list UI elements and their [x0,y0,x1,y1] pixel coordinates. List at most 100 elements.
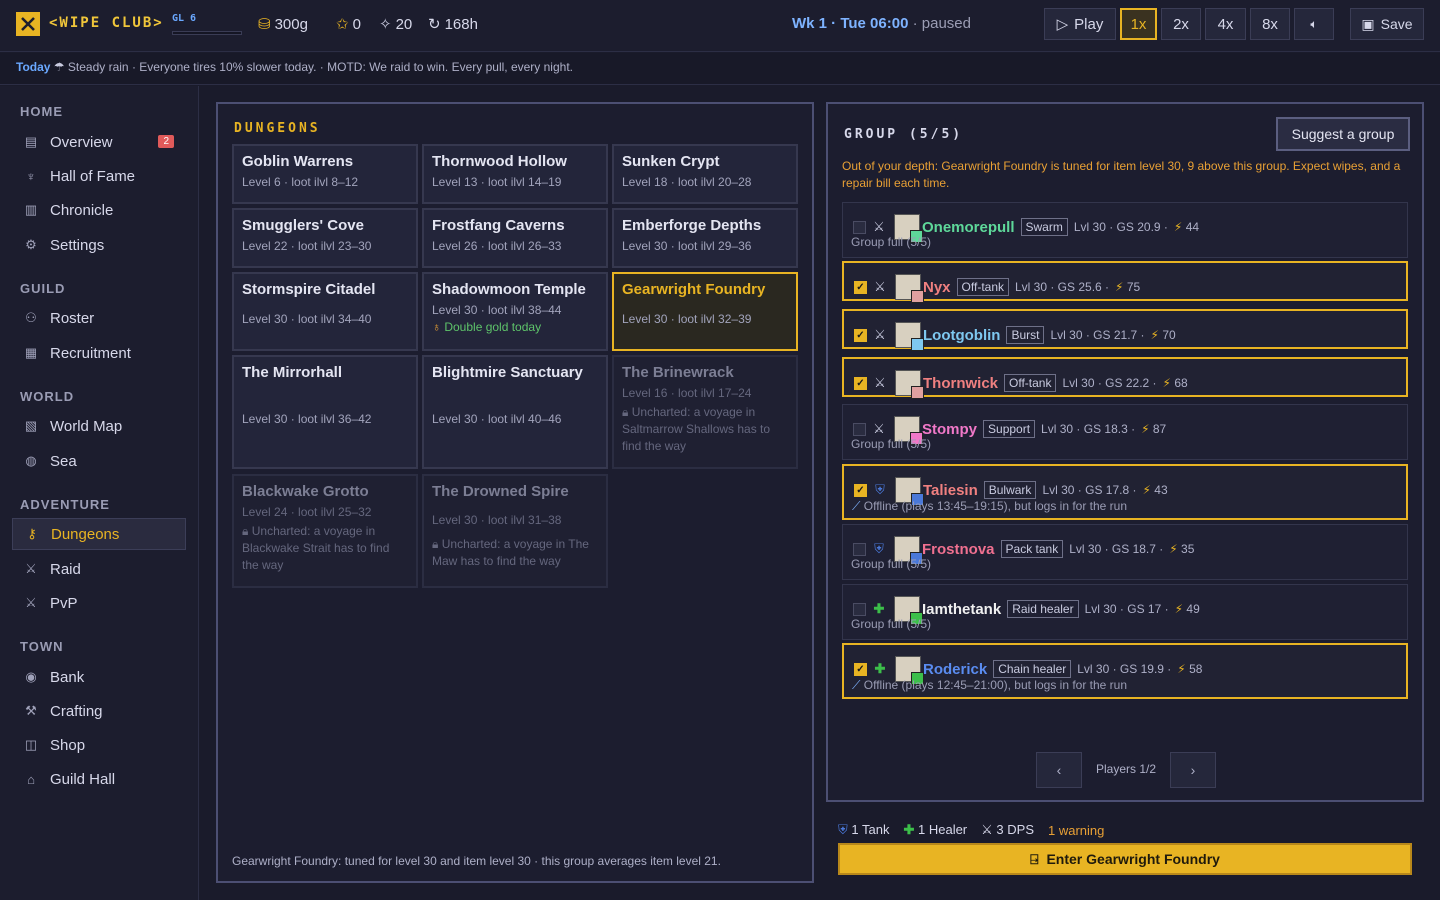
lightning-icon: ⚡︎ [1169,542,1178,556]
player-name[interactable]: Thornwick [923,375,998,392]
double-gold-label: Double gold today [444,320,542,334]
wand-icon: ⟋ [852,499,861,513]
dungeon-card[interactable]: Goblin Warrens Level 6 · loot ilvl 8–12 [232,144,418,204]
coin-icon: ⛁ [258,16,271,33]
player-name[interactable]: Nyx [923,279,951,296]
sound-button[interactable]: 🔈︎ [1294,8,1334,40]
speed-8x-button[interactable]: 8x [1250,8,1290,40]
player-name[interactable]: Roderick [923,661,987,678]
dungeon-summary: Gearwright Foundry: tuned for level 30 a… [232,854,721,868]
page-indicator: Players 1/2 [1096,762,1157,776]
class-badge-icon [911,290,924,303]
dungeon-meta: Level 30 · loot ilvl 36–42 [242,412,372,426]
player-row[interactable]: ✚ Iamthetank Raid healer Lvl 30 · GS 17 … [842,584,1408,640]
sidebar-item-raid[interactable]: ⚔ Raid [12,553,186,585]
sidebar-item-chronicle[interactable]: ▥ Chronicle [12,194,186,226]
dungeon-meta: Level 18 · loot ilvl 20–28 [622,175,752,189]
save-button[interactable]: ▣ Save [1350,8,1424,40]
player-row[interactable]: ✓ ⚔ Nyx Off-tank Lvl 30 · GS 25.6 · ⚡︎ 7… [842,261,1408,303]
player-row[interactable]: ✓ ⛨ Taliesin Bulwark Lvl 30 · GS 17.8 · … [842,464,1408,520]
dungeon-meta: Level 30 · loot ilvl 32–39 [622,312,752,326]
player-name[interactable]: Iamthetank [922,601,1001,618]
dungeon-card[interactable]: Frostfang Caverns Level 26 · loot ilvl 26… [422,208,608,268]
sidebar-item-shop[interactable]: ◫ Shop [12,729,186,761]
select-checkbox[interactable]: ✓ [854,662,867,676]
player-row[interactable]: ⛨ Frostnova Pack tank Lvl 30 · GS 18.7 ·… [842,524,1408,580]
sidebar-item-world-map[interactable]: ▧ World Map [12,410,186,442]
save-label: Save [1380,16,1413,32]
prev-page-button[interactable]: ‹ [1036,752,1082,788]
dungeon-card[interactable]: Emberforge Depths Level 30 · loot ilvl 29… [612,208,798,268]
dungeon-card[interactable]: The Mirrorhall Level 30 · loot ilvl 36–42 [232,355,418,469]
player-row[interactable]: ⚔ Stompy Support Lvl 30 · GS 18.3 · ⚡︎ 8… [842,404,1408,460]
tank-count-label: 1 Tank [851,822,890,837]
player-name[interactable]: Taliesin [923,482,978,499]
energy-stat: ⚡︎ 44 [1174,220,1199,234]
lightning-icon: ⚡︎ [1174,602,1184,616]
dungeon-card[interactable]: Shadowmoon Temple Level 30 · loot ilvl 38… [422,272,608,351]
sidebar-item-sea[interactable]: ◍ Sea [12,445,186,477]
player-name[interactable]: Stompy [922,421,977,438]
select-checkbox[interactable]: ✓ [854,376,867,390]
lock-note: 🔒︎ Uncharted: a voyage in Saltmarrow Sha… [622,404,788,455]
sidebar-item-label: Roster [50,309,95,327]
speaker-icon: 🔈︎ [1310,16,1318,31]
speed-1x-button[interactable]: 1x [1120,8,1157,40]
dungeon-card[interactable]: Blightmire Sanctuary Level 30 · loot ilvl… [422,355,608,469]
dungeon-card-selected[interactable]: Gearwright Foundry Level 30 · loot ilvl 3… [612,272,798,351]
dungeon-meta: Level 30 · loot ilvl 31–38 [432,513,562,527]
section-town: TOWN [20,639,64,654]
lock-note: 🔒︎ Uncharted: a voyage in Blackwake Stra… [242,523,408,574]
energy-value: 87 [1152,422,1167,436]
select-checkbox[interactable]: ✓ [854,280,867,294]
player-row[interactable]: ✓ ✚ Roderick Chain healer Lvl 30 · GS 19… [842,643,1408,699]
globe-icon: ◍ [25,453,37,468]
motd-text: Steady rain · Everyone tires 10% slower … [67,60,573,74]
player-name[interactable]: Lootgoblin [923,327,1000,344]
player-row[interactable]: ✓ ⚔ Thornwick Off-tank Lvl 30 · GS 22.2 … [842,357,1408,399]
select-checkbox[interactable] [853,542,866,556]
speed-2x-button[interactable]: 2x [1161,8,1201,40]
dungeon-card[interactable]: Smugglers' Cove Level 22 · loot ilvl 23–3… [232,208,418,268]
player-name[interactable]: Onemorepull [922,219,1015,236]
select-checkbox[interactable] [853,220,866,234]
sidebar-item-dungeons[interactable]: ⚷ Dungeons [12,518,186,550]
sidebar-item-settings[interactable]: ⚙ Settings [12,229,186,261]
player-row[interactable]: ⚔ Onemorepull Swarm Lvl 30 · GS 20.9 · ⚡… [842,202,1408,258]
sidebar-item-hall-of-fame[interactable]: ♆ Hall of Fame [12,160,186,192]
player-row[interactable]: ✓ ⚔ Lootgoblin Burst Lvl 30 · GS 21.7 · … [842,309,1408,351]
player-note-text: Offline (plays 12:45–21:00), but logs in… [863,678,1128,692]
plus-icon: ✚ [873,601,885,616]
warning-count: 1 warning [1048,822,1105,838]
gold-value: 300g [274,15,308,33]
select-checkbox[interactable] [853,422,866,436]
spec-tag: Burst [1006,326,1045,344]
play-button[interactable]: ▷ Play [1044,8,1116,40]
sidebar-item-guild-hall[interactable]: ⌂ Guild Hall [12,763,186,795]
player-note-text: Group full (5/5) [851,557,932,571]
dungeon-card[interactable]: Sunken Crypt Level 18 · loot ilvl 20–28 [612,144,798,204]
sidebar-item-recruitment[interactable]: ▦ Recruitment [12,337,186,369]
sidebar-item-bank[interactable]: ◉ Bank [12,661,186,693]
sidebar-item-roster[interactable]: ⚇ Roster [12,302,186,334]
player-note: ⟋ Offline (plays 12:45–21:00), but logs … [852,678,1127,693]
dungeon-card[interactable]: Stormspire Citadel Level 30 · loot ilvl 3… [232,272,418,351]
energy-stat: ⚡︎ 87 [1141,422,1166,436]
shield-icon: ⛨ [875,482,885,497]
next-page-button[interactable]: › [1170,752,1216,788]
player-name[interactable]: Frostnova [922,541,995,558]
dungeon-meta: Level 26 · loot ilvl 26–33 [432,239,562,253]
select-checkbox[interactable]: ✓ [854,328,867,342]
healer-count: ✚ 1 Healer [903,822,967,838]
select-checkbox[interactable]: ✓ [854,483,867,497]
sidebar-item-pvp[interactable]: ⚔ PvP [12,587,186,619]
today-label: Today [16,60,51,74]
speed-4x-button[interactable]: 4x [1205,8,1246,40]
enter-dungeon-button[interactable]: ⍈ Enter Gearwright Foundry [838,843,1412,875]
sidebar-item-crafting[interactable]: ⚒ Crafting [12,695,186,727]
suggest-group-button[interactable]: Suggest a group [1276,117,1410,151]
dungeon-card[interactable]: Thornwood Hollow Level 13 · loot ilvl 14–… [422,144,608,204]
select-checkbox[interactable] [853,602,866,616]
sidebar-item-overview[interactable]: ▤ Overview 2 [12,126,186,158]
spec-tag: Bulwark [983,481,1037,499]
